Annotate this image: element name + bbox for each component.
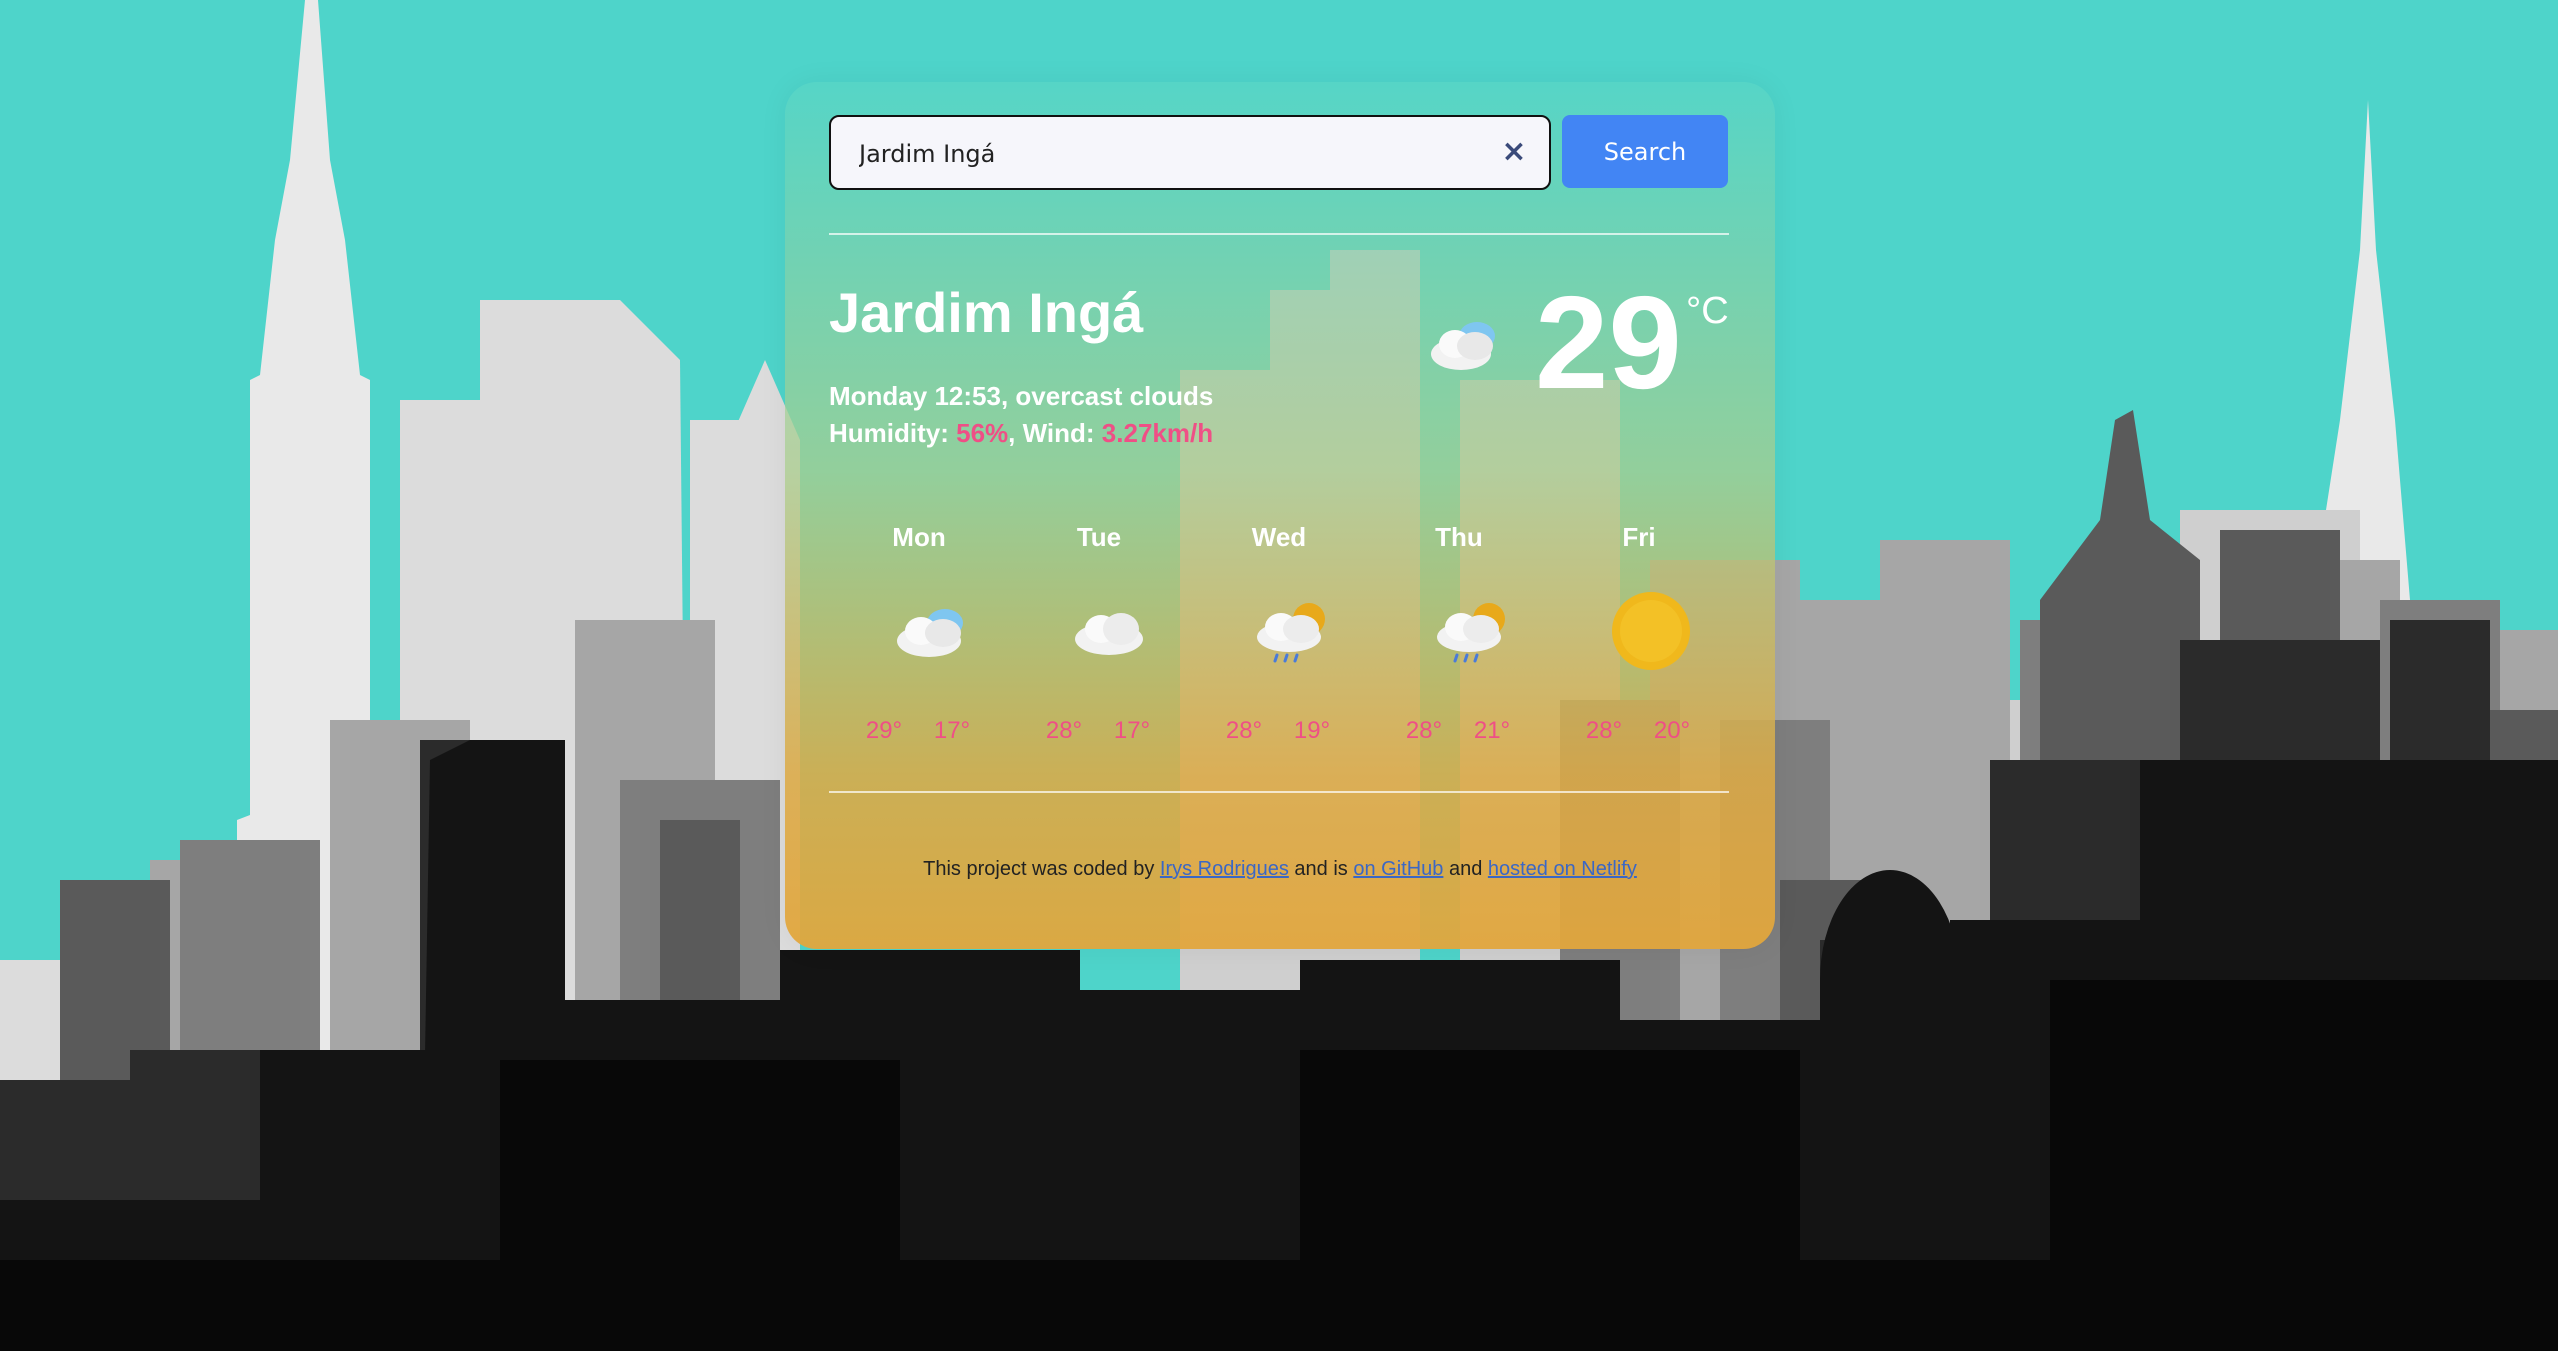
forecast-min-temp: 17° <box>1113 717 1151 744</box>
netlify-link[interactable]: hosted on Netlify <box>1488 858 1637 880</box>
forecast-min-temp: 20° <box>1653 717 1691 744</box>
search-form: × Search <box>829 115 1729 190</box>
search-input[interactable] <box>857 117 1461 190</box>
current-details: Monday 12:53, overcast clouds Humidity: … <box>829 378 1213 452</box>
github-link[interactable]: on GitHub <box>1353 858 1443 880</box>
forecast-min-temp: 19° <box>1293 717 1331 744</box>
forecast-max-temp: 28° <box>1405 717 1443 744</box>
sun-icon <box>1612 592 1690 670</box>
forecast-day-name: Mon <box>892 522 946 552</box>
top-divider <box>829 233 1729 235</box>
humidity-value: 56% <box>956 418 1009 448</box>
city-name: Jardim Ingá <box>829 281 1144 344</box>
wind-label: , Wind: <box>1008 418 1102 448</box>
forecast-max-temp: 28° <box>1225 717 1263 744</box>
forecast-max-temp: 28° <box>1045 717 1083 744</box>
date-description: Monday 12:53, overcast clouds <box>829 381 1214 411</box>
forecast-day-name: Fri <box>1622 522 1656 552</box>
humidity-label: Humidity: <box>829 418 957 448</box>
cloud-icon <box>1075 613 1143 655</box>
search-field[interactable]: × <box>829 115 1551 190</box>
sun-rain-icon <box>1437 603 1505 663</box>
bottom-divider <box>829 791 1729 793</box>
overcast-clouds-icon <box>897 609 963 657</box>
forecast-day-name: Thu <box>1435 522 1483 552</box>
footer-prefix: This project was coded by <box>923 858 1160 880</box>
wind-value: 3.27km/h <box>1101 418 1214 448</box>
forecast-min-temp: 21° <box>1473 717 1511 744</box>
author-link[interactable]: Irys Rodrigues <box>1160 858 1289 880</box>
forecast-day-name: Wed <box>1251 522 1307 552</box>
clear-icon[interactable]: × <box>1499 137 1529 167</box>
footer-and: and <box>1443 858 1488 880</box>
footer-credits: This project was coded by Irys Rodrigues… <box>785 858 1775 881</box>
forecast-max-temp: 29° <box>865 717 903 744</box>
overcast-clouds-icon <box>1431 322 1495 370</box>
temperature-unit: °C <box>1686 290 1729 332</box>
weather-card <box>785 82 1775 949</box>
search-button[interactable]: Search <box>1562 115 1728 188</box>
current-temperature: 29 <box>1535 269 1682 416</box>
humidity-wind-line: Humidity: 56%, Wind: 3.27km/h <box>829 415 1213 452</box>
forecast-min-temp: 17° <box>933 717 971 744</box>
forecast-day-name: Tue <box>1076 522 1122 552</box>
forecast-max-temp: 28° <box>1585 717 1623 744</box>
sun-rain-icon <box>1257 603 1325 663</box>
footer-middle: and is <box>1288 858 1354 880</box>
